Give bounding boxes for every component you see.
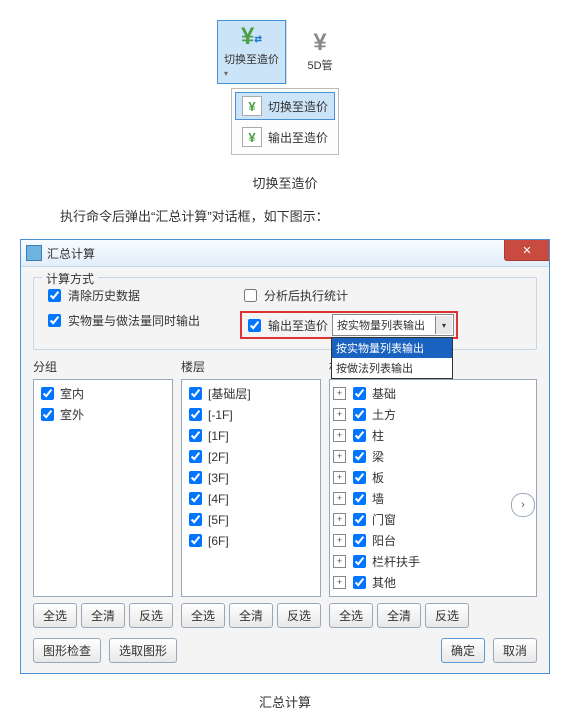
ok-button[interactable]: 确定 (441, 638, 485, 663)
ribbon-area: ¥⇄ 切换至造价▾ ¥ 5D管 (0, 0, 570, 94)
phys-output-check[interactable]: 实物量与做法量同时输出 (44, 311, 200, 330)
elem-inv-button[interactable]: 反选 (425, 603, 469, 628)
list-item[interactable]: +阳台 (333, 530, 533, 551)
elem-all-button[interactable]: 全选 (329, 603, 373, 628)
summary-dialog: 汇总计算 ✕ 计算方式 清除历史数据 实物量与做法量同时输出 分析后执行统计 输… (20, 239, 550, 674)
group-list[interactable]: 室内室外 (33, 379, 173, 597)
app-icon (26, 245, 42, 261)
dialog-title: 汇总计算 (47, 245, 95, 262)
menu-output-cost[interactable]: ¥ 输出至造价 (235, 123, 335, 151)
yen-out-small-icon: ¥ (242, 127, 262, 147)
output-cost-highlight: 输出至造价 按实物量列表输出 ▾ 按实物量列表输出 按做法列表输出 (240, 311, 458, 339)
list-item[interactable]: [6F] (185, 530, 317, 551)
list-item[interactable]: [基础层] (185, 383, 317, 404)
floor-list[interactable]: [基础层][-1F][1F][2F][3F][4F][5F][6F] (181, 379, 321, 597)
floor-inv-button[interactable]: 反选 (277, 603, 321, 628)
expand-right-button[interactable]: › (511, 493, 535, 517)
list-item[interactable]: [4F] (185, 488, 317, 509)
yen-switch-icon: ¥⇄ (241, 25, 262, 49)
group-all-button[interactable]: 全选 (33, 603, 77, 628)
titlebar: 汇总计算 ✕ (21, 240, 549, 267)
list-item[interactable]: +板 (333, 467, 533, 488)
analyze-after-check[interactable]: 分析后执行统计 (240, 286, 458, 305)
close-button[interactable]: ✕ (504, 240, 549, 261)
floor-all-button[interactable]: 全选 (181, 603, 225, 628)
combo-opt-method[interactable]: 按做法列表输出 (332, 358, 452, 378)
list-item[interactable]: +梁 (333, 446, 533, 467)
floor-none-button[interactable]: 全清 (229, 603, 273, 628)
list-item[interactable]: 室内 (37, 383, 169, 404)
combo-dropdown: 按实物量列表输出 按做法列表输出 (331, 337, 453, 379)
list-item[interactable]: 室外 (37, 404, 169, 425)
list-item[interactable]: +土方 (333, 404, 533, 425)
chevron-down-icon: ▾ (435, 316, 452, 334)
output-cost-check[interactable]: 输出至造价 (244, 316, 328, 335)
list-item[interactable]: +其他 (333, 572, 533, 593)
calc-mode-legend: 计算方式 (42, 270, 98, 287)
graphic-check-button[interactable]: 图形检查 (33, 638, 101, 663)
list-item[interactable]: [3F] (185, 467, 317, 488)
5d-button[interactable]: ¥ 5D管 (286, 20, 353, 84)
combo-opt-phys[interactable]: 按实物量列表输出 (332, 338, 452, 358)
figure-caption-2: 汇总计算 (0, 674, 570, 725)
clear-history-check[interactable]: 清除历史数据 (44, 286, 200, 305)
group-header: 分组 (33, 358, 173, 375)
instruction-text: 执行命令后弹出“汇总计算”对话框，如下图示： (0, 206, 570, 239)
cancel-button[interactable]: 取消 (493, 638, 537, 663)
list-item[interactable]: +门窗 (333, 509, 533, 530)
list-item[interactable]: +基础 (333, 383, 533, 404)
pick-graphic-button[interactable]: 选取图形 (109, 638, 177, 663)
list-item[interactable]: [5F] (185, 509, 317, 530)
calc-mode-group: 计算方式 清除历史数据 实物量与做法量同时输出 分析后执行统计 输出至造价 按实… (33, 277, 537, 350)
group-none-button[interactable]: 全清 (81, 603, 125, 628)
list-item[interactable]: +楼梯 (333, 593, 533, 597)
list-item[interactable]: +栏杆扶手 (333, 551, 533, 572)
list-item[interactable]: +墙 (333, 488, 533, 509)
elem-list[interactable]: +基础+土方+柱+梁+板+墙+门窗+阳台+栏杆扶手+其他+楼梯+装饰 (329, 379, 537, 597)
floor-header: 楼层 (181, 358, 321, 375)
menu-switch-cost[interactable]: ¥ 切换至造价 (235, 92, 335, 120)
list-item[interactable]: [-1F] (185, 404, 317, 425)
group-inv-button[interactable]: 反选 (129, 603, 173, 628)
elem-none-button[interactable]: 全清 (377, 603, 421, 628)
output-mode-combo[interactable]: 按实物量列表输出 ▾ 按实物量列表输出 按做法列表输出 (332, 314, 454, 336)
yen-gray-icon: ¥ (313, 31, 326, 55)
list-item[interactable]: [2F] (185, 446, 317, 467)
list-item[interactable]: +柱 (333, 425, 533, 446)
yen-switch-small-icon: ¥ (242, 96, 262, 116)
list-item[interactable]: [1F] (185, 425, 317, 446)
switch-cost-button[interactable]: ¥⇄ 切换至造价▾ (217, 20, 286, 84)
ribbon-dropdown: ¥ 切换至造价 ¥ 输出至造价 (0, 88, 570, 155)
figure-caption-1: 切换至造价 (0, 155, 570, 206)
